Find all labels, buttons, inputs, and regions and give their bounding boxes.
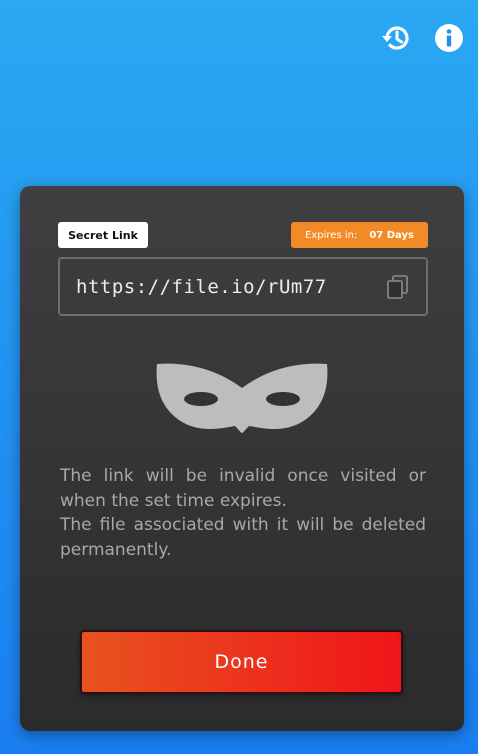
- link-text[interactable]: https://file.io/rUm77: [76, 276, 386, 298]
- info-icon[interactable]: [433, 22, 465, 54]
- expires-badge: Expires in: 07 Days: [291, 222, 428, 248]
- mask-icon: [155, 362, 329, 434]
- link-field[interactable]: https://file.io/rUm77: [58, 257, 428, 316]
- description: The link will be invalid once visited or…: [60, 464, 426, 562]
- expires-label: Expires in:: [305, 229, 358, 241]
- history-icon[interactable]: [380, 22, 412, 54]
- secret-link-label: Secret Link: [58, 222, 148, 248]
- done-button[interactable]: Done: [80, 630, 403, 694]
- expires-value: 07 Days: [369, 229, 414, 241]
- description-line-2: The file associated with it will be dele…: [60, 515, 426, 560]
- description-line-1: The link will be invalid once visited or…: [60, 466, 426, 511]
- secret-link-card: Secret Link Expires in: 07 Days https://…: [20, 186, 464, 731]
- copy-icon[interactable]: [386, 274, 410, 300]
